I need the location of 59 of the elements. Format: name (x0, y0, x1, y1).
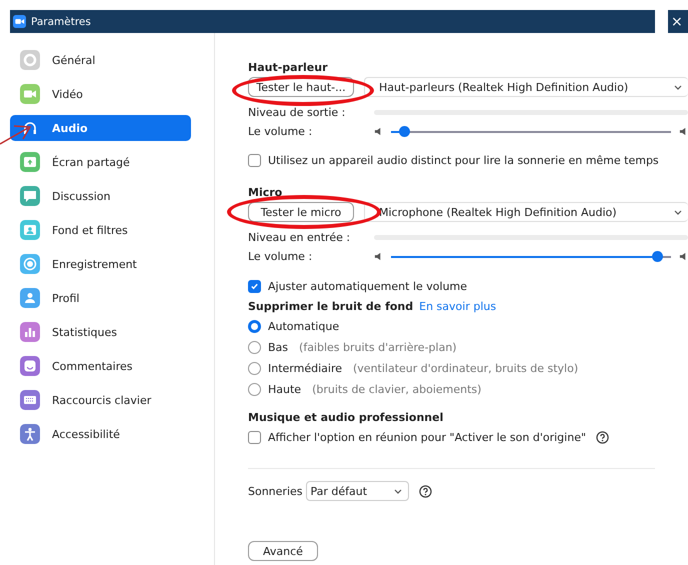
volume-label: Le volume : (248, 125, 314, 138)
radio-label[interactable]: Automatique (268, 320, 340, 333)
video-camera-icon (13, 15, 26, 28)
device-dropdown[interactable]: Haut-parleurs (Realtek High Definition Audio) (364, 77, 688, 97)
checkbox-label[interactable]: Utilisez un appareil audio distinct pour lire la sonnerie en même temps (268, 154, 659, 167)
sidebar-item[interactable]: Écran partagé (10, 149, 191, 175)
sidebar-item[interactable]: Raccourcis clavier (10, 387, 191, 413)
device-dropdown[interactable]: Microphone (Realtek High Definition Audio) (364, 202, 688, 222)
sidebar-item[interactable]: Commentaires (10, 353, 191, 379)
level-label: Niveau en entrée : (248, 230, 352, 244)
sidebar-item[interactable]: Discussion (10, 183, 191, 209)
speaker-high-icon (679, 252, 688, 261)
radio-button[interactable] (248, 320, 261, 333)
checkbox[interactable] (248, 280, 261, 293)
speaker-low-icon (374, 252, 383, 261)
section-heading: Musique et audio professionnel (248, 411, 444, 424)
ringtone-dropdown[interactable]: Par défaut (306, 481, 409, 501)
speaker-high-icon (679, 127, 688, 136)
ringtones-label: Sonneries (248, 484, 303, 498)
level-label: Niveau de sortie : (248, 106, 346, 118)
sidebar-item[interactable]: Statistiques (10, 319, 191, 345)
checkbox-label[interactable]: Ajuster automatiquement le volume (268, 280, 468, 293)
sidebar-item[interactable]: Vidéo (10, 81, 191, 107)
test-button[interactable]: Tester le micro (248, 202, 354, 222)
advanced-button[interactable]: Avancé (248, 541, 318, 561)
window-title: Paramètres (31, 16, 91, 28)
radio-label[interactable]: Bas (268, 341, 288, 354)
learn-more-link[interactable]: En savoir plus (419, 300, 496, 313)
radio-label[interactable]: Haute (268, 383, 302, 396)
checkbox[interactable] (248, 431, 261, 444)
sidebar-item[interactable]: Accessibilité (10, 421, 191, 447)
radio-button[interactable] (248, 362, 261, 375)
caret-icon (674, 84, 682, 90)
sidebar-item[interactable]: Profil (10, 285, 191, 311)
option-hint: (ventilateur d'ordinateur, bruits de stylo) (353, 362, 578, 375)
checkmark-icon (250, 282, 259, 291)
sidebar-item[interactable]: Enregistrement (10, 251, 191, 277)
caret-icon (674, 210, 682, 214)
checkbox-label[interactable]: Afficher l'option en réunion pour "Activer le son d'origine" (268, 431, 586, 444)
help-icon[interactable] (418, 484, 432, 498)
option-hint: (bruits de clavier, aboiements) (312, 383, 482, 396)
sidebar-item[interactable]: Général (10, 47, 191, 73)
section-heading: Micro (248, 186, 284, 199)
slider-thumb[interactable] (652, 251, 663, 262)
volume-label: Le volume : (248, 250, 314, 263)
radio-label[interactable]: Intermédiaire (268, 362, 342, 375)
option-hint: (faibles bruits d'arrière-plan) (299, 341, 457, 354)
sidebar-item[interactable]: Fond et filtres (10, 217, 191, 243)
radio-button[interactable] (248, 341, 261, 354)
sidebar-item[interactable]: Audio (10, 115, 191, 141)
close-button[interactable]: × (668, 10, 688, 33)
help-icon[interactable] (596, 431, 610, 444)
speaker-low-icon (374, 127, 383, 136)
caret-icon (394, 488, 402, 494)
checkbox[interactable] (248, 154, 261, 167)
slider-thumb[interactable] (399, 126, 410, 137)
section-heading: Supprimer le bruit de fond (248, 300, 414, 313)
section-heading: Haut-parleur (248, 61, 328, 74)
radio-button[interactable] (248, 383, 261, 396)
